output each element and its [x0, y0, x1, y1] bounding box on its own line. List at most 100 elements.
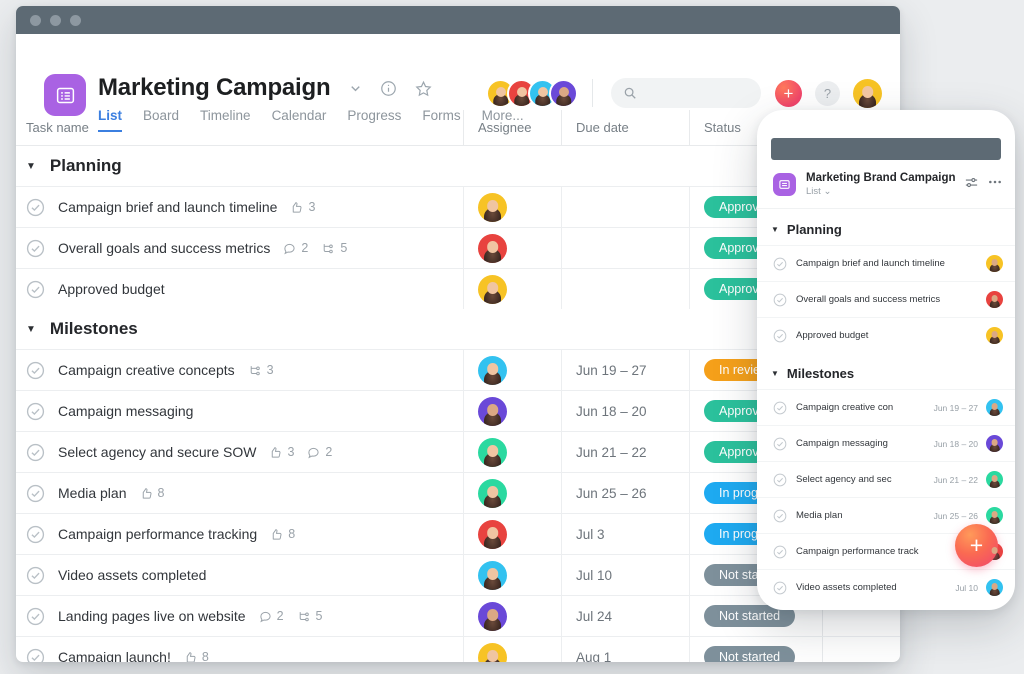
due-date-cell[interactable]: Jul 3 — [561, 514, 689, 554]
member-avatar-group[interactable] — [486, 78, 578, 108]
complete-task-icon[interactable] — [26, 280, 45, 299]
subtask-count[interactable]: 3 — [248, 363, 274, 377]
tab-forms[interactable]: Forms — [422, 108, 460, 132]
complete-task-icon[interactable] — [773, 581, 787, 595]
avatar[interactable] — [478, 274, 507, 304]
due-date-cell[interactable] — [561, 228, 689, 268]
avatar[interactable] — [478, 355, 507, 385]
tab-calendar[interactable]: Calendar — [272, 108, 327, 132]
complete-task-icon[interactable] — [26, 239, 45, 258]
phone-list-item[interactable]: Overall goals and success metrics — [757, 281, 1015, 317]
due-date-cell[interactable]: Jul 24 — [561, 596, 689, 636]
like-count[interactable]: 8 — [184, 650, 209, 662]
complete-task-icon[interactable] — [773, 545, 787, 559]
comment-count[interactable]: 2 — [259, 609, 284, 623]
avatar[interactable] — [986, 579, 1003, 596]
caret-down-icon[interactable]: ▼ — [26, 161, 36, 172]
avatar[interactable] — [986, 507, 1003, 524]
subtask-count[interactable]: 5 — [297, 609, 322, 623]
avatar[interactable] — [478, 601, 507, 631]
assignee-cell[interactable] — [463, 637, 561, 662]
chevron-down-icon[interactable] — [348, 81, 363, 96]
due-date-cell[interactable] — [561, 187, 689, 227]
phone-group-header[interactable]: ▼ Planning — [757, 209, 1015, 245]
avatar[interactable] — [478, 478, 507, 508]
column-header-due-date[interactable]: Due date — [561, 110, 689, 145]
table-row[interactable]: Campaign launch! 8 Aug 1 Not started — [16, 636, 900, 662]
complete-task-icon[interactable] — [26, 607, 45, 626]
add-task-button[interactable]: + — [775, 79, 802, 107]
phone-list-item[interactable]: Approved budget — [757, 317, 1015, 353]
subtask-count[interactable]: 5 — [321, 241, 347, 255]
avatar[interactable] — [986, 399, 1003, 416]
caret-down-icon[interactable]: ▼ — [771, 369, 779, 378]
complete-task-icon[interactable] — [773, 437, 787, 451]
phone-add-task-fab[interactable]: + — [955, 524, 998, 567]
complete-task-icon[interactable] — [26, 198, 45, 217]
like-count[interactable]: 8 — [140, 486, 164, 500]
assignee-cell[interactable] — [463, 391, 561, 431]
like-count[interactable]: 3 — [290, 200, 315, 214]
more-horizontal-icon[interactable] — [987, 174, 1003, 195]
filter-sliders-icon[interactable] — [964, 175, 979, 195]
avatar[interactable] — [986, 471, 1003, 488]
complete-task-icon[interactable] — [26, 361, 45, 380]
due-date-cell[interactable]: Jun 25 – 26 — [561, 473, 689, 513]
due-date-cell[interactable] — [561, 269, 689, 309]
avatar[interactable] — [986, 291, 1003, 308]
phone-list-item[interactable]: Select agency and sec Jun 21 – 22 — [757, 461, 1015, 497]
avatar[interactable] — [853, 78, 882, 108]
avatar[interactable] — [478, 396, 507, 426]
complete-task-icon[interactable] — [26, 402, 45, 421]
caret-down-icon[interactable]: ▼ — [26, 324, 36, 335]
avatar[interactable] — [478, 560, 507, 590]
info-circle-icon[interactable] — [380, 80, 397, 97]
window-close-dot[interactable] — [30, 14, 41, 26]
phone-list-item[interactable]: Campaign creative con Jun 19 – 27 — [757, 389, 1015, 425]
complete-task-icon[interactable] — [773, 293, 787, 307]
window-maximize-dot[interactable] — [70, 14, 81, 26]
avatar[interactable] — [986, 255, 1003, 272]
complete-task-icon[interactable] — [773, 473, 787, 487]
phone-list-item[interactable]: Video assets completed Jul 10 — [757, 569, 1015, 605]
due-date-cell[interactable]: Jun 21 – 22 — [561, 432, 689, 472]
avatar[interactable] — [478, 437, 507, 467]
avatar[interactable] — [478, 642, 507, 662]
assignee-cell[interactable] — [463, 432, 561, 472]
tab-board[interactable]: Board — [143, 108, 179, 132]
like-count[interactable]: 8 — [270, 527, 295, 541]
complete-task-icon[interactable] — [773, 401, 787, 415]
avatar[interactable] — [478, 192, 507, 222]
avatar[interactable] — [986, 327, 1003, 344]
avatar[interactable] — [478, 519, 507, 549]
assignee-cell[interactable] — [463, 228, 561, 268]
due-date-cell[interactable]: Jun 19 – 27 — [561, 350, 689, 390]
tab-list[interactable]: List — [98, 108, 123, 132]
assignee-cell[interactable] — [463, 555, 561, 595]
status-cell[interactable]: Not started — [689, 637, 822, 662]
avatar[interactable] — [986, 435, 1003, 452]
phone-group-header[interactable]: ▼ Milestones — [757, 353, 1015, 389]
tab-timeline[interactable]: Timeline — [200, 108, 251, 132]
complete-task-icon[interactable] — [773, 509, 787, 523]
search-input[interactable] — [611, 78, 761, 108]
assignee-cell[interactable] — [463, 473, 561, 513]
tab-progress[interactable]: Progress — [347, 108, 401, 132]
avatar[interactable] — [549, 78, 578, 108]
phone-list-item[interactable]: Campaign brief and launch timeline — [757, 245, 1015, 281]
caret-down-icon[interactable]: ▼ — [771, 225, 779, 234]
help-button[interactable]: ? — [815, 80, 840, 106]
comment-count[interactable]: 2 — [283, 241, 308, 255]
complete-task-icon[interactable] — [26, 648, 45, 662]
assignee-cell[interactable] — [463, 187, 561, 227]
comment-count[interactable]: 2 — [307, 445, 332, 459]
complete-task-icon[interactable] — [773, 329, 787, 343]
assignee-cell[interactable] — [463, 514, 561, 554]
complete-task-icon[interactable] — [26, 484, 45, 503]
assignee-cell[interactable] — [463, 269, 561, 309]
assignee-cell[interactable] — [463, 596, 561, 636]
complete-task-icon[interactable] — [26, 525, 45, 544]
status-badge[interactable]: Not started — [704, 646, 796, 662]
due-date-cell[interactable]: Jun 18 – 20 — [561, 391, 689, 431]
due-date-cell[interactable]: Aug 1 — [561, 637, 689, 662]
